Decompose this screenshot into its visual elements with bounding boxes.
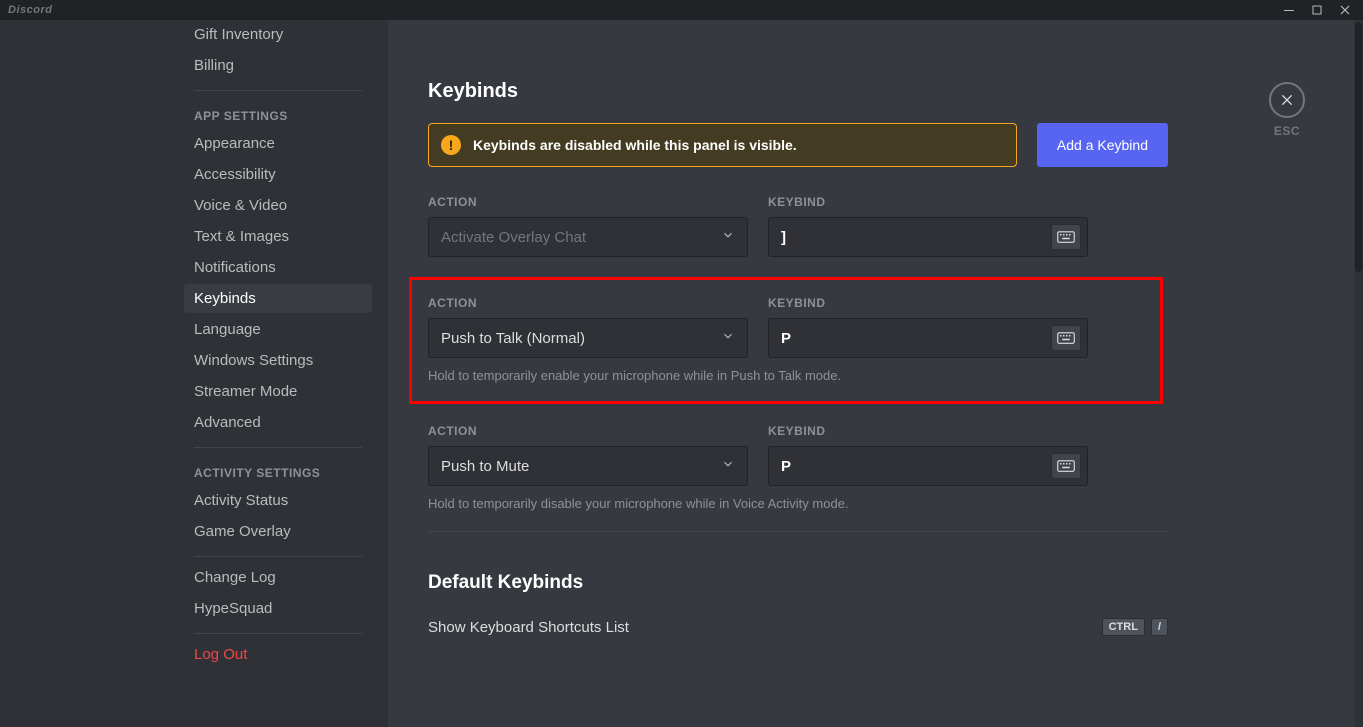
window-close-button[interactable] bbox=[1331, 1, 1359, 19]
key-pill: / bbox=[1151, 618, 1168, 636]
warning-text: Keybinds are disabled while this panel i… bbox=[473, 137, 797, 153]
keybind-value: ] bbox=[781, 229, 786, 246]
sidebar-item-voice-video[interactable]: Voice & Video bbox=[184, 191, 372, 220]
titlebar: Discord bbox=[0, 0, 1363, 20]
keybind-entry-highlighted: ACTION Push to Talk (Normal) KEYBIND P bbox=[409, 277, 1163, 404]
window-controls bbox=[1275, 1, 1359, 19]
action-select[interactable]: Activate Overlay Chat bbox=[428, 217, 748, 257]
keybind-input[interactable]: P bbox=[768, 318, 1088, 358]
settings-sidebar: Gift Inventory Billing APP SETTINGS Appe… bbox=[0, 20, 388, 727]
keybind-label: KEYBIND bbox=[768, 424, 1088, 438]
sidebar-divider bbox=[194, 633, 362, 634]
sidebar-item-billing[interactable]: Billing bbox=[184, 51, 372, 80]
sidebar-header-app-settings: APP SETTINGS bbox=[184, 91, 372, 129]
settings-content: Keybinds ! Keybinds are disabled while t… bbox=[388, 20, 1363, 727]
action-label: ACTION bbox=[428, 296, 748, 310]
keybind-entry: ACTION Push to Mute KEYBIND P bbox=[428, 424, 1168, 532]
chevron-down-icon bbox=[721, 329, 735, 347]
sidebar-item-windows-settings[interactable]: Windows Settings bbox=[184, 346, 372, 375]
window-maximize-button[interactable] bbox=[1303, 1, 1331, 19]
keyboard-icon[interactable] bbox=[1051, 224, 1081, 250]
sidebar-item-logout[interactable]: Log Out bbox=[184, 640, 372, 669]
keyboard-icon[interactable] bbox=[1051, 325, 1081, 351]
chevron-down-icon bbox=[721, 228, 735, 246]
action-value: Push to Mute bbox=[441, 458, 529, 475]
sidebar-item-activity-status[interactable]: Activity Status bbox=[184, 486, 372, 515]
sidebar-item-appearance[interactable]: Appearance bbox=[184, 129, 372, 158]
sidebar-item-streamer-mode[interactable]: Streamer Mode bbox=[184, 377, 372, 406]
sidebar-item-change-log[interactable]: Change Log bbox=[184, 563, 372, 592]
sidebar-item-keybinds[interactable]: Keybinds bbox=[184, 284, 372, 313]
keybind-label: KEYBIND bbox=[768, 195, 1088, 209]
app-brand: Discord bbox=[8, 4, 52, 16]
close-settings: ESC bbox=[1269, 82, 1305, 138]
key-pill: CTRL bbox=[1102, 618, 1145, 636]
page-title: Keybinds bbox=[428, 80, 1168, 103]
sidebar-item-accessibility[interactable]: Accessibility bbox=[184, 160, 372, 189]
keybind-value: P bbox=[781, 458, 791, 475]
entry-description: Hold to temporarily disable your microph… bbox=[428, 496, 1168, 511]
close-label: ESC bbox=[1269, 124, 1305, 138]
sidebar-header-activity-settings: ACTIVITY SETTINGS bbox=[184, 448, 372, 486]
default-keybind-label: Show Keyboard Shortcuts List bbox=[428, 619, 629, 636]
keybind-label: KEYBIND bbox=[768, 296, 1088, 310]
default-keybind-row: Show Keyboard Shortcuts List CTRL / bbox=[428, 618, 1168, 636]
entry-description: Hold to temporarily enable your micropho… bbox=[428, 368, 1144, 383]
keyboard-icon[interactable] bbox=[1051, 453, 1081, 479]
sidebar-item-notifications[interactable]: Notifications bbox=[184, 253, 372, 282]
default-keybinds-title: Default Keybinds bbox=[428, 572, 1168, 594]
close-button[interactable] bbox=[1269, 82, 1305, 118]
sidebar-divider bbox=[194, 556, 362, 557]
warning-banner: ! Keybinds are disabled while this panel… bbox=[428, 123, 1017, 167]
keybind-entry: ACTION Activate Overlay Chat KEYBIND ] bbox=[428, 195, 1168, 257]
action-value: Activate Overlay Chat bbox=[441, 229, 586, 246]
exclamation-icon: ! bbox=[441, 135, 461, 155]
keybind-value: P bbox=[781, 330, 791, 347]
add-keybind-button[interactable]: Add a Keybind bbox=[1037, 123, 1168, 167]
default-keybind-keys: CTRL / bbox=[1102, 618, 1168, 636]
scrollbar[interactable] bbox=[1354, 20, 1363, 727]
action-select[interactable]: Push to Talk (Normal) bbox=[428, 318, 748, 358]
sidebar-item-gift-inventory[interactable]: Gift Inventory bbox=[184, 20, 372, 49]
action-label: ACTION bbox=[428, 424, 748, 438]
window-minimize-button[interactable] bbox=[1275, 1, 1303, 19]
sidebar-item-hypesquad[interactable]: HypeSquad bbox=[184, 594, 372, 623]
sidebar-item-language[interactable]: Language bbox=[184, 315, 372, 344]
sidebar-item-game-overlay[interactable]: Game Overlay bbox=[184, 517, 372, 546]
entry-divider bbox=[428, 531, 1168, 532]
sidebar-item-advanced[interactable]: Advanced bbox=[184, 408, 372, 437]
chevron-down-icon bbox=[721, 457, 735, 475]
sidebar-item-text-images[interactable]: Text & Images bbox=[184, 222, 372, 251]
keybind-input[interactable]: ] bbox=[768, 217, 1088, 257]
keybind-input[interactable]: P bbox=[768, 446, 1088, 486]
action-select[interactable]: Push to Mute bbox=[428, 446, 748, 486]
scrollbar-thumb[interactable] bbox=[1355, 22, 1362, 272]
action-value: Push to Talk (Normal) bbox=[441, 330, 585, 347]
action-label: ACTION bbox=[428, 195, 748, 209]
